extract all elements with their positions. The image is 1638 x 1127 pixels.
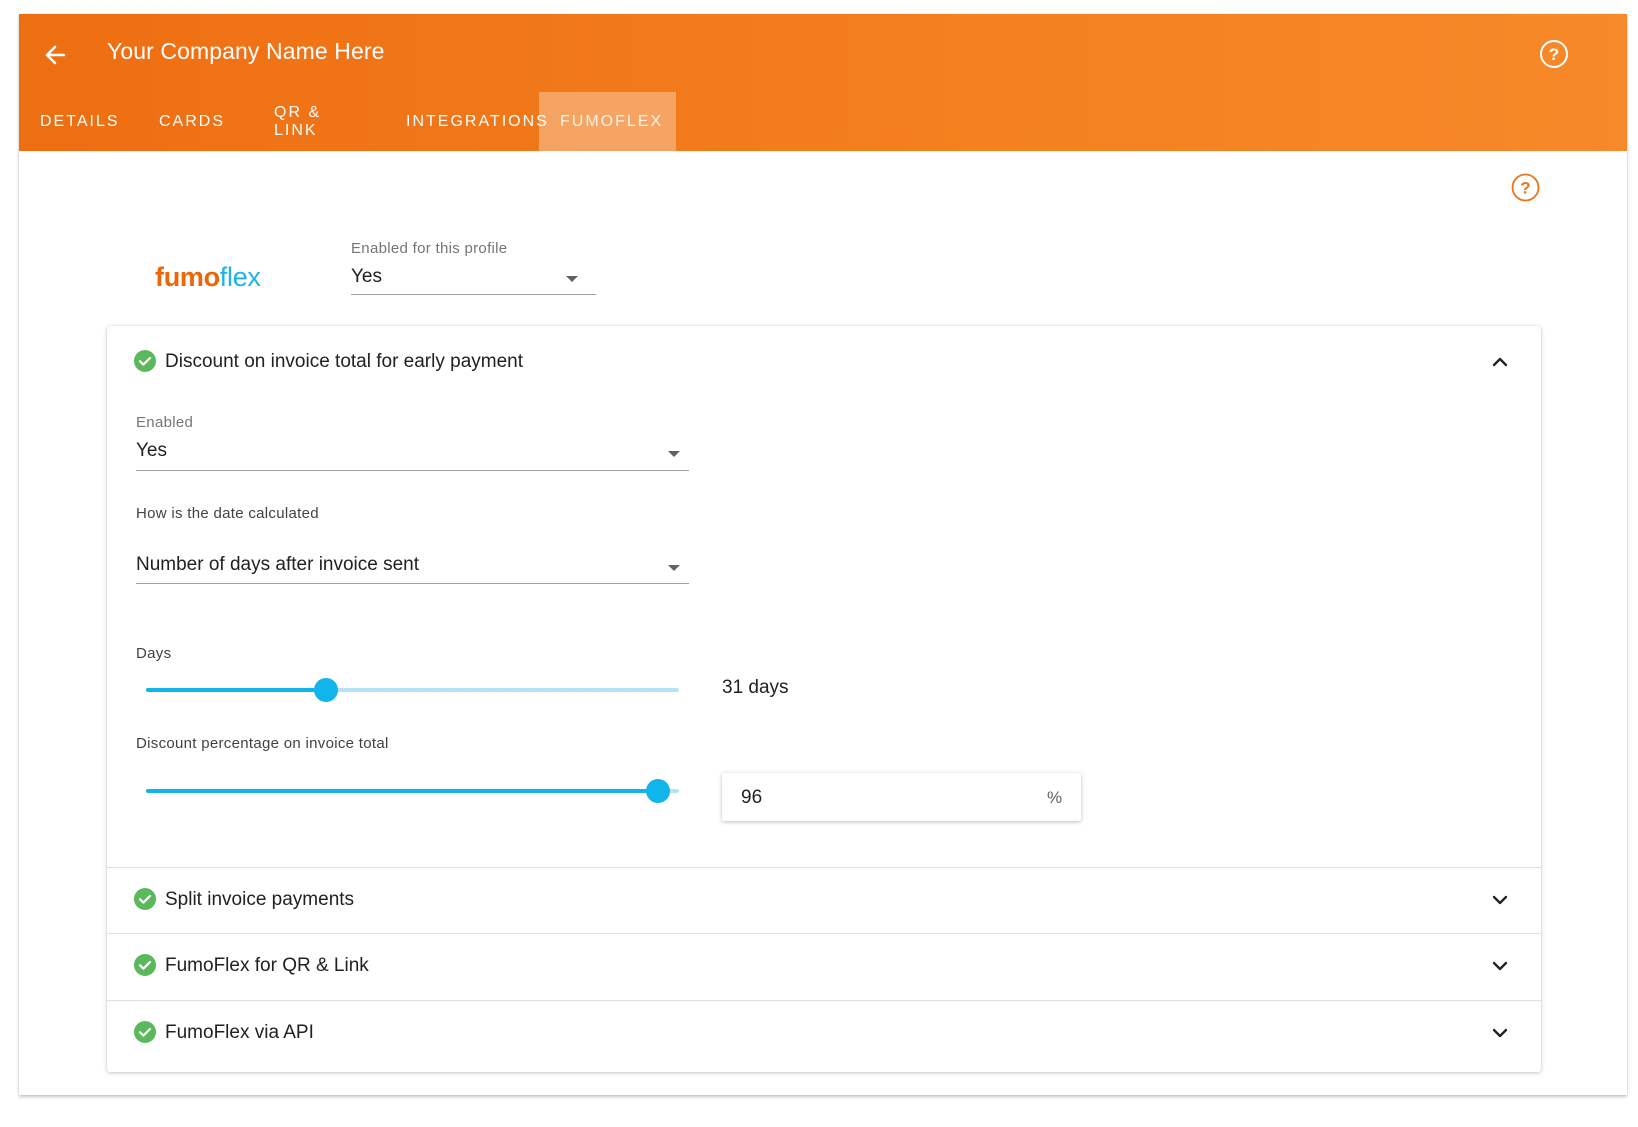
percent-unit: % [1047,788,1063,807]
date-calc-value: Number of days after invoice sent [136,554,420,575]
section-title: Discount on invoice total for early paym… [165,351,524,372]
days-value-display: 31 days [722,677,789,698]
fumoflex-logo: fumoflex [155,262,261,293]
main-card: Your Company Name Here ? DETAILS CARDS Q… [19,14,1627,1095]
section-title: Split invoice payments [165,889,355,910]
check-circle-icon [134,1021,156,1043]
days-label: Days [136,645,172,662]
slider-fill [146,789,658,793]
svg-text:?: ? [1520,179,1530,198]
section-header-split-payments[interactable]: Split invoice payments [107,868,1541,934]
profile-enabled-label: Enabled for this profile [351,240,508,257]
slider-thumb[interactable] [313,678,338,702]
page-title: Your Company Name Here [107,38,385,64]
tab-qr-link[interactable]: QR & LINK [252,92,384,151]
tab-cards[interactable]: CARDS [135,92,252,151]
content-help-button[interactable]: ? [1510,172,1541,203]
slider-fill [146,688,326,692]
dropdown-arrow-icon [668,565,680,571]
enabled-label: Enabled [136,414,194,431]
check-circle-icon [134,954,156,976]
discount-pct-field[interactable]: % [722,773,1081,821]
discount-pct-label: Discount percentage on invoice total [136,735,389,752]
tab-fumoflex[interactable]: FUMOFLEX [539,92,676,151]
tab-integrations[interactable]: INTEGRATIONS [384,92,547,151]
app-toolbar: Your Company Name Here ? DETAILS CARDS Q… [19,14,1627,151]
back-button[interactable] [37,37,73,73]
section-title: FumoFlex via API [165,1022,314,1043]
enabled-select[interactable]: Enabled Yes [136,414,689,482]
fumoflex-settings-panel: Discount on invoice total for early paym… [107,326,1541,1072]
chevron-down-icon [1492,895,1508,905]
slider-thumb[interactable] [645,779,670,803]
tab-bar: DETAILS CARDS QR & LINK INTEGRATIONS FUM… [19,92,676,151]
svg-text:?: ? [1549,45,1559,64]
help-circle-icon: ? [1540,40,1568,68]
arrow-back-icon [45,45,66,65]
help-circle-icon: ? [1511,173,1540,202]
tab-details[interactable]: DETAILS [19,92,135,151]
date-calc-select[interactable]: Number of days after invoice sent [136,554,689,590]
help-button[interactable]: ? [1538,38,1570,70]
section-header-qr-link[interactable]: FumoFlex for QR & Link [107,934,1541,1000]
section-title: FumoFlex for QR & Link [165,955,369,976]
logo-fumo-text: fumo [155,262,220,292]
discount-pct-slider[interactable] [146,776,679,806]
date-calc-label: How is the date calculated [136,505,319,522]
dropdown-arrow-icon [668,451,680,457]
select-underline [136,470,689,471]
dropdown-arrow-icon [566,276,578,282]
chevron-down-icon [1492,961,1508,971]
days-slider[interactable] [146,675,679,705]
section-header-api[interactable]: FumoFlex via API [107,1001,1541,1067]
discount-pct-input[interactable] [741,785,1021,811]
chevron-down-icon [1492,1028,1508,1038]
profile-enabled-select[interactable]: Enabled for this profile Yes [351,236,596,309]
select-underline [351,294,596,295]
logo-flex-text: flex [219,262,261,292]
chevron-up-icon [1492,357,1508,367]
section-header-early-payment[interactable]: Discount on invoice total for early paym… [107,326,1541,392]
check-circle-icon [134,888,156,910]
enabled-value: Yes [136,440,167,461]
profile-enabled-value: Yes [351,266,382,287]
select-underline [136,583,689,584]
check-circle-icon [134,350,156,372]
